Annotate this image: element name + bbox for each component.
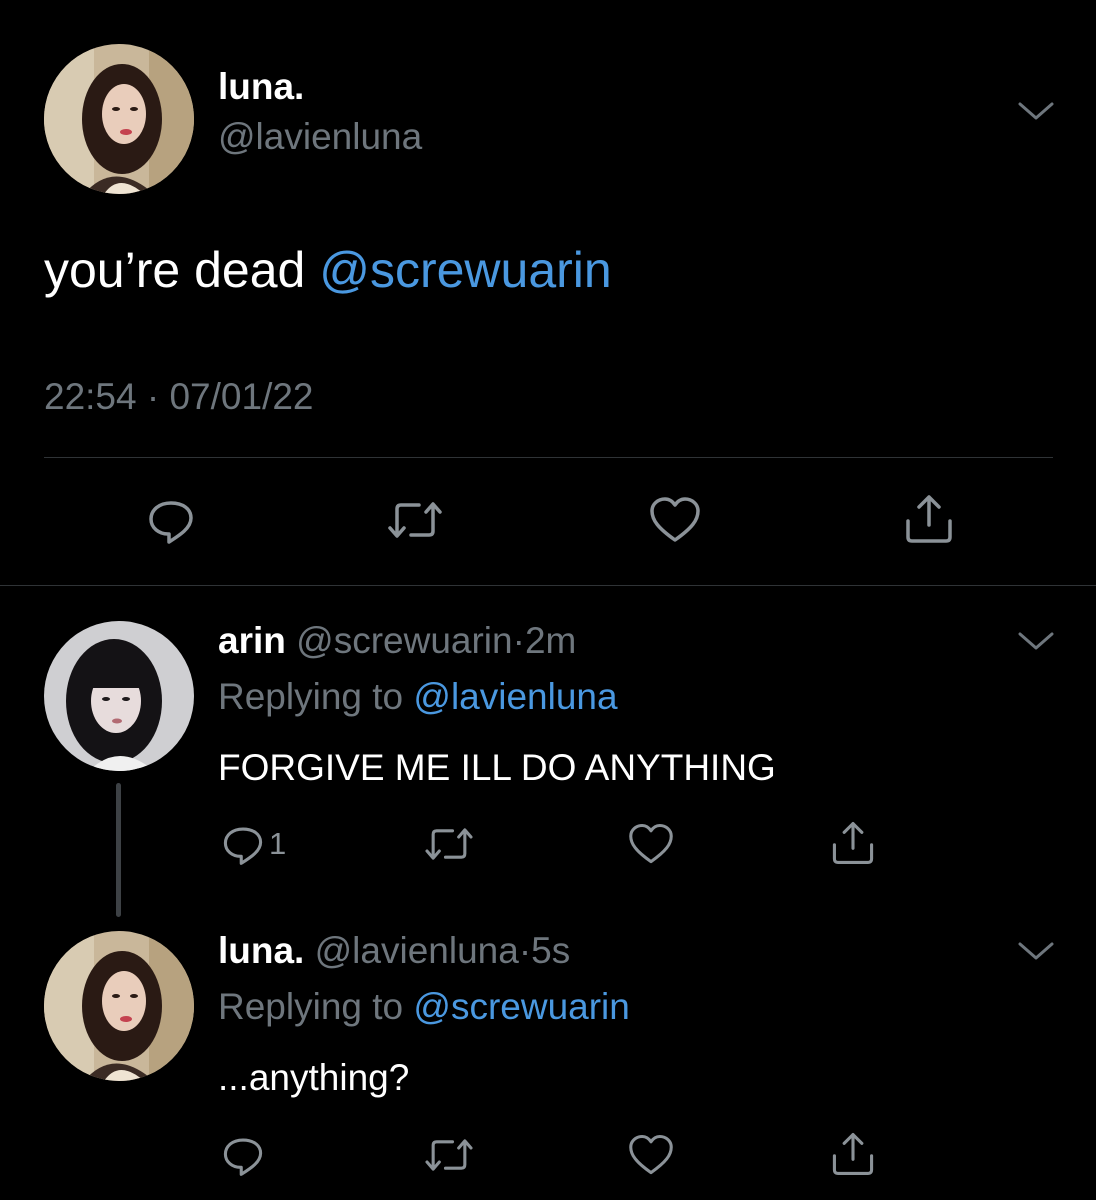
reply2-replying-prefix: Replying to [218,986,414,1027]
reply1-replying-link[interactable]: @lavienluna [413,676,617,717]
reply2-header: luna. @lavienluna·5s [218,930,570,972]
reply1-separator: · [512,620,525,661]
reply2-replying-link[interactable]: @screwuarin [413,986,629,1027]
tweet-timestamp[interactable]: 22:54 · 07/01/22 [44,376,314,418]
chevron-down-icon[interactable] [1016,938,1056,964]
reply-icon [223,1138,263,1176]
heart-icon [629,823,673,864]
retweet-icon [425,828,473,860]
reply2-like-button[interactable] [627,1133,675,1177]
reply1-retweet-button[interactable] [424,822,474,866]
share-icon [832,1132,874,1176]
reply1-replying-prefix: Replying to [218,676,414,717]
reply2-text: ...anything? [218,1057,410,1098]
tweet-text-body: you’re dead [44,242,320,298]
heart-icon [650,497,700,542]
reply-icon [223,827,263,865]
avatar-luna[interactable] [44,44,194,194]
reply2-display-name[interactable]: luna. [218,930,304,971]
reply1-like-button[interactable] [627,822,675,866]
tweet-time: 22:54 [44,376,137,417]
retweet-icon [388,502,442,538]
share-icon [832,821,874,865]
retweet-button[interactable] [387,495,443,545]
tweet-mention-link[interactable]: @screwuarin [319,242,612,298]
chevron-down-icon[interactable] [1016,628,1056,654]
reply1-replying-to: Replying to @lavienluna [218,676,618,718]
reply1-display-name[interactable]: arin [218,620,286,661]
share-button[interactable] [902,493,956,545]
divider-timestamp [44,457,1053,458]
tweet-date: 07/01/22 [169,376,314,417]
reply-button[interactable] [146,495,196,545]
reply1-age[interactable]: 2m [525,620,576,661]
heart-icon [629,1134,673,1175]
tweet-handle[interactable]: @lavienluna [218,116,422,158]
avatar-luna-reply[interactable] [44,931,194,1081]
reply-icon [149,501,193,544]
chevron-down-icon[interactable] [1016,98,1056,124]
reply1-header: arin @screwuarin·2m [218,620,576,662]
retweet-icon [425,1139,473,1171]
share-icon [906,495,952,543]
reply2-separator: · [518,930,532,971]
reply1-reply-button[interactable]: 1 [221,822,286,866]
reply1-reply-count: 1 [269,826,287,861]
tweet-text: you’re dead @screwuarin [44,241,612,299]
reply2-age[interactable]: 5s [531,930,570,971]
reply1-handle[interactable]: @screwuarin [296,620,512,661]
reply2-retweet-button[interactable] [424,1133,474,1177]
reply2-reply-button[interactable] [221,1133,265,1177]
reply2-replying-to: Replying to @screwuarin [218,986,630,1028]
reply2-share-button[interactable] [829,1131,877,1177]
reply1-text: FORGIVE ME ILL DO ANYTHING [218,747,776,788]
reply1-share-button[interactable] [829,820,877,866]
like-button[interactable] [648,495,702,545]
tweet-display-name[interactable]: luna. [218,66,304,108]
divider-main-tweet [0,585,1096,586]
reply2-handle[interactable]: @lavienluna [315,930,519,971]
avatar-arin[interactable] [44,621,194,771]
timestamp-separator: · [146,376,160,417]
thread-connector [116,783,121,917]
